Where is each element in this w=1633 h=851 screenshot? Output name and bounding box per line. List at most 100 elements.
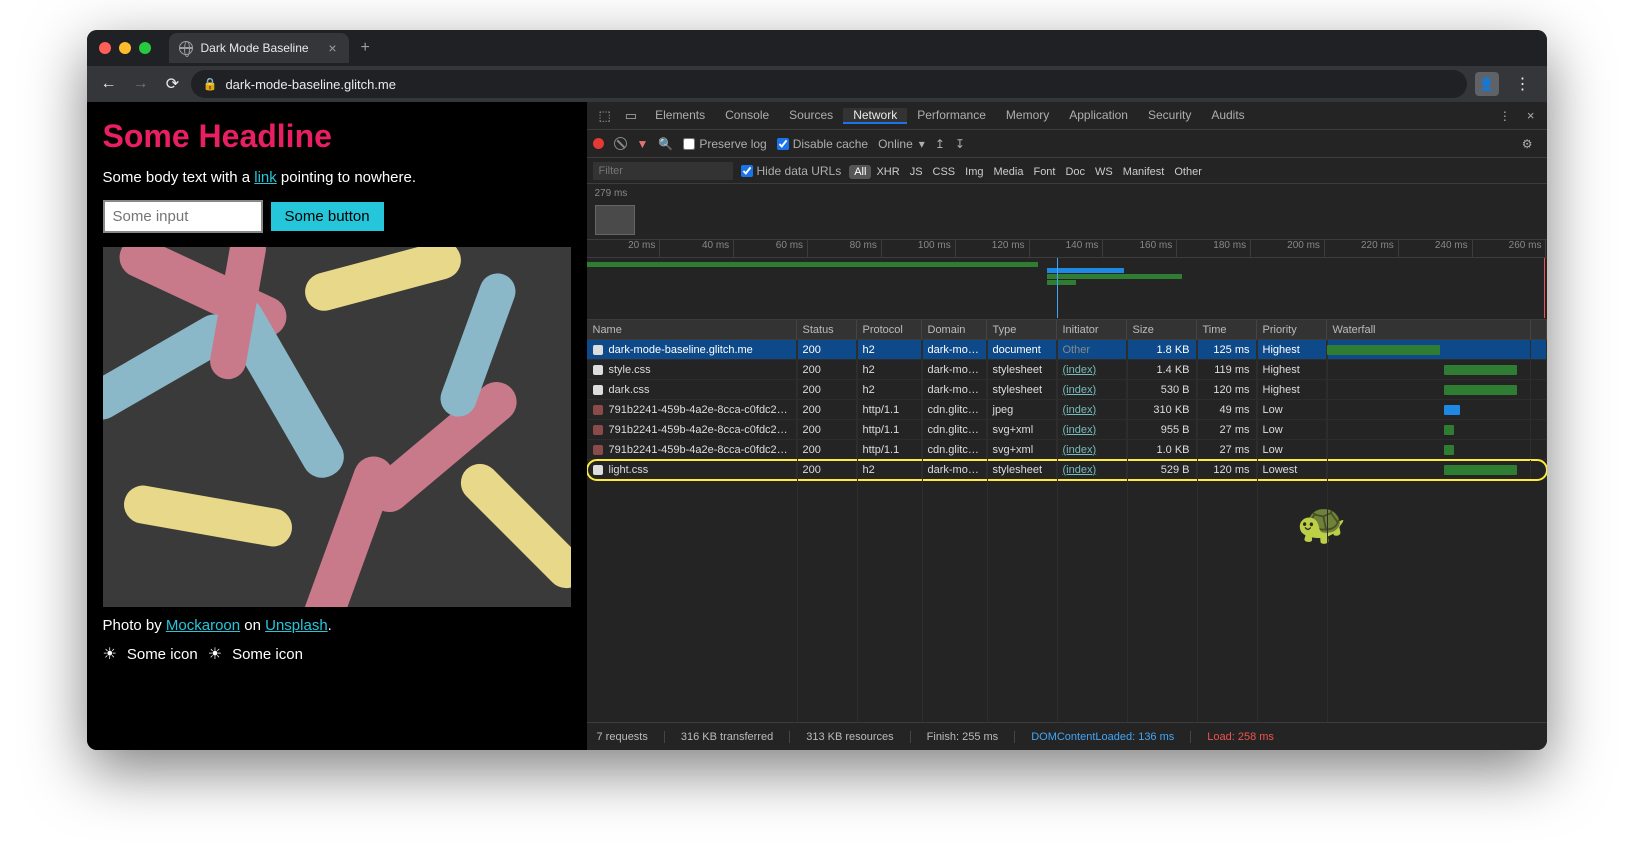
type-filter-img[interactable]: Img: [960, 165, 988, 179]
network-row[interactable]: light.css200h2dark-mo…stylesheet(index)5…: [587, 460, 1547, 480]
page-content: Some Headline Some body text with a link…: [87, 102, 587, 750]
type-filter-manifest[interactable]: Manifest: [1118, 165, 1170, 179]
load-time: Load: 258 ms: [1207, 731, 1290, 743]
browser-window: Dark Mode Baseline × + ← → ⟳ 🔒 dark-mode…: [87, 30, 1547, 750]
url-input[interactable]: 🔒 dark-mode-baseline.glitch.me: [191, 70, 1467, 98]
back-button[interactable]: ←: [95, 75, 123, 93]
requests-count: 7 requests: [597, 731, 665, 743]
icons-row: ☀ Some icon ☀ Some icon: [103, 644, 571, 664]
type-filter-css[interactable]: CSS: [928, 165, 961, 179]
close-window-button[interactable]: [99, 42, 111, 54]
transferred-size: 316 KB transferred: [681, 731, 790, 743]
minimize-window-button[interactable]: [119, 42, 131, 54]
tab-bar: Dark Mode Baseline × +: [87, 30, 1547, 66]
column-initiator[interactable]: Initiator: [1057, 320, 1127, 339]
column-status[interactable]: Status: [797, 320, 857, 339]
panel-tab-elements[interactable]: Elements: [645, 108, 715, 122]
filter-bar: Hide data URLs AllXHRJSCSSImgMediaFontDo…: [587, 158, 1547, 184]
resources-size: 313 KB resources: [806, 731, 910, 743]
hero-image: [103, 247, 571, 607]
type-filter-doc[interactable]: Doc: [1060, 165, 1090, 179]
disable-cache-checkbox[interactable]: Disable cache: [777, 137, 868, 151]
window-controls: [95, 42, 159, 54]
screenshot-thumb[interactable]: [595, 205, 635, 235]
devtools-close-button[interactable]: ×: [1521, 108, 1541, 123]
close-tab-button[interactable]: ×: [326, 40, 338, 56]
network-row[interactable]: 791b2241-459b-4a2e-8cca-c0fdc2…200http/1…: [587, 400, 1547, 420]
upload-icon[interactable]: ↥: [935, 137, 945, 151]
hide-data-urls-checkbox[interactable]: Hide data URLs: [741, 164, 842, 178]
overview-duration: 279 ms: [595, 188, 1539, 199]
network-table-header[interactable]: NameStatusProtocolDomainTypeInitiatorSiz…: [587, 320, 1547, 340]
network-row[interactable]: 791b2241-459b-4a2e-8cca-c0fdc2…200http/1…: [587, 440, 1547, 460]
devtools-menu[interactable]: ⋮: [1491, 109, 1519, 123]
column-waterfall[interactable]: Waterfall: [1327, 320, 1531, 339]
browser-menu-button[interactable]: ⋮: [1507, 74, 1539, 94]
throttle-select[interactable]: Online ▾: [878, 137, 925, 151]
type-filter-other[interactable]: Other: [1169, 165, 1207, 179]
devtools-tabs: ⬚ ▭ ElementsConsoleSourcesNetworkPerform…: [587, 102, 1547, 130]
panel-tab-application[interactable]: Application: [1059, 108, 1138, 122]
timeline-pane[interactable]: 20 ms40 ms60 ms80 ms100 ms120 ms140 ms16…: [587, 240, 1547, 320]
page-headline: Some Headline: [103, 118, 571, 155]
panel-tab-network[interactable]: Network: [843, 108, 907, 124]
filter-input[interactable]: [593, 162, 733, 180]
type-filter-all[interactable]: All: [849, 165, 871, 179]
overview-pane[interactable]: 279 ms: [587, 184, 1547, 240]
type-filter-js[interactable]: JS: [905, 165, 928, 179]
panel-tab-security[interactable]: Security: [1138, 108, 1201, 122]
site-link[interactable]: Unsplash: [265, 617, 328, 634]
globe-icon: [179, 41, 193, 55]
type-filter-xhr[interactable]: XHR: [871, 165, 904, 179]
finish-time: Finish: 255 ms: [927, 731, 1016, 743]
text-input[interactable]: [103, 200, 263, 233]
type-filter-media[interactable]: Media: [989, 165, 1029, 179]
column-time[interactable]: Time: [1197, 320, 1257, 339]
download-icon[interactable]: ↧: [955, 137, 965, 151]
panel-tab-performance[interactable]: Performance: [907, 108, 996, 122]
browser-tab[interactable]: Dark Mode Baseline ×: [169, 33, 349, 63]
column-type[interactable]: Type: [987, 320, 1057, 339]
url-text: dark-mode-baseline.glitch.me: [225, 77, 396, 92]
status-bar: 7 requests 316 KB transferred 313 KB res…: [587, 722, 1547, 750]
panel-tab-memory[interactable]: Memory: [996, 108, 1059, 122]
type-filter-font[interactable]: Font: [1028, 165, 1060, 179]
sun-icon: ☀: [208, 644, 222, 664]
search-icon[interactable]: 🔍: [658, 137, 673, 151]
network-toolbar: ▼ 🔍 Preserve log Disable cache Online ▾ …: [587, 130, 1547, 158]
panel-tab-audits[interactable]: Audits: [1201, 108, 1254, 122]
author-link[interactable]: Mockaroon: [166, 617, 240, 634]
submit-button[interactable]: Some button: [269, 200, 386, 233]
record-button[interactable]: [593, 138, 604, 149]
reload-button[interactable]: ⟳: [159, 74, 187, 94]
network-table-body: 🐢 dark-mode-baseline.glitch.me200h2dark-…: [587, 340, 1547, 722]
maximize-window-button[interactable]: [139, 42, 151, 54]
new-tab-button[interactable]: +: [349, 39, 382, 57]
tab-title: Dark Mode Baseline: [201, 41, 309, 55]
column-protocol[interactable]: Protocol: [857, 320, 922, 339]
image-caption: Photo by Mockaroon on Unsplash.: [103, 617, 571, 634]
lock-icon: 🔒: [203, 77, 218, 91]
panel-tab-console[interactable]: Console: [715, 108, 779, 122]
preserve-log-checkbox[interactable]: Preserve log: [683, 137, 766, 151]
device-icon[interactable]: ▭: [619, 108, 643, 124]
clear-button[interactable]: [614, 137, 627, 150]
network-row[interactable]: style.css200h2dark-mo…stylesheet(index)1…: [587, 360, 1547, 380]
settings-icon[interactable]: ⚙: [1514, 137, 1541, 151]
forward-button[interactable]: →: [127, 75, 155, 93]
body-link[interactable]: link: [254, 169, 277, 186]
type-filter-ws[interactable]: WS: [1090, 165, 1118, 179]
panel-tab-sources[interactable]: Sources: [779, 108, 843, 122]
body-text: Some body text with a link pointing to n…: [103, 169, 571, 186]
column-priority[interactable]: Priority: [1257, 320, 1327, 339]
column-name[interactable]: Name: [587, 320, 797, 339]
network-row[interactable]: dark.css200h2dark-mo…stylesheet(index)53…: [587, 380, 1547, 400]
profile-button[interactable]: 👤: [1475, 72, 1499, 96]
network-row[interactable]: dark-mode-baseline.glitch.me200h2dark-mo…: [587, 340, 1547, 360]
filter-toggle[interactable]: ▼: [637, 137, 649, 151]
column-size[interactable]: Size: [1127, 320, 1197, 339]
address-bar: ← → ⟳ 🔒 dark-mode-baseline.glitch.me 👤 ⋮: [87, 66, 1547, 102]
inspect-icon[interactable]: ⬚: [593, 108, 617, 124]
network-row[interactable]: 791b2241-459b-4a2e-8cca-c0fdc2…200http/1…: [587, 420, 1547, 440]
column-domain[interactable]: Domain: [922, 320, 987, 339]
